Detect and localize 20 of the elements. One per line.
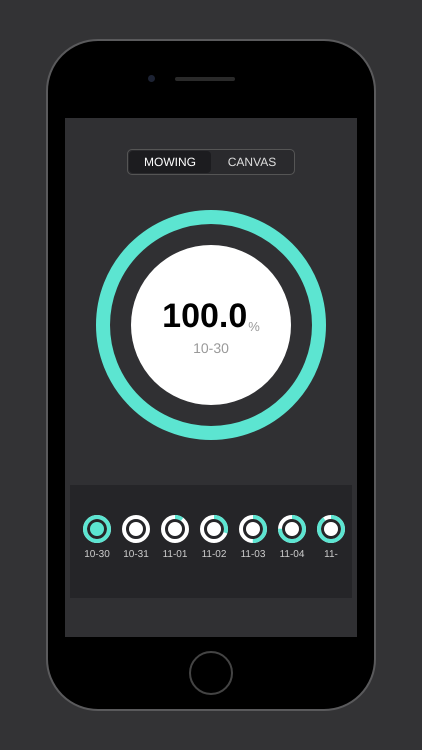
day-ring[interactable] (83, 515, 111, 543)
day-label: 11-04 (280, 548, 304, 562)
day-label: 11-03 (240, 548, 266, 562)
day-label: 11-01 (162, 548, 188, 562)
day-label: 11-02 (202, 548, 226, 562)
day-ring[interactable] (239, 515, 267, 543)
percent-unit: % (248, 320, 260, 333)
day-label: 10-30 (84, 548, 110, 562)
day-label: 10-31 (123, 548, 149, 562)
segment-tab[interactable]: MOWING (129, 151, 211, 173)
day-ring[interactable] (161, 515, 189, 543)
segment-tab[interactable]: CANVAS (211, 151, 293, 173)
percent-value: 100.0 (162, 299, 248, 333)
day-ring[interactable] (278, 515, 306, 543)
camera-icon (148, 75, 154, 82)
date-label: 10-30 (193, 339, 229, 358)
day-ring[interactable] (200, 515, 228, 543)
day-label: 11- (324, 548, 338, 562)
speaker-icon (174, 76, 234, 80)
day-ring[interactable] (317, 515, 345, 543)
